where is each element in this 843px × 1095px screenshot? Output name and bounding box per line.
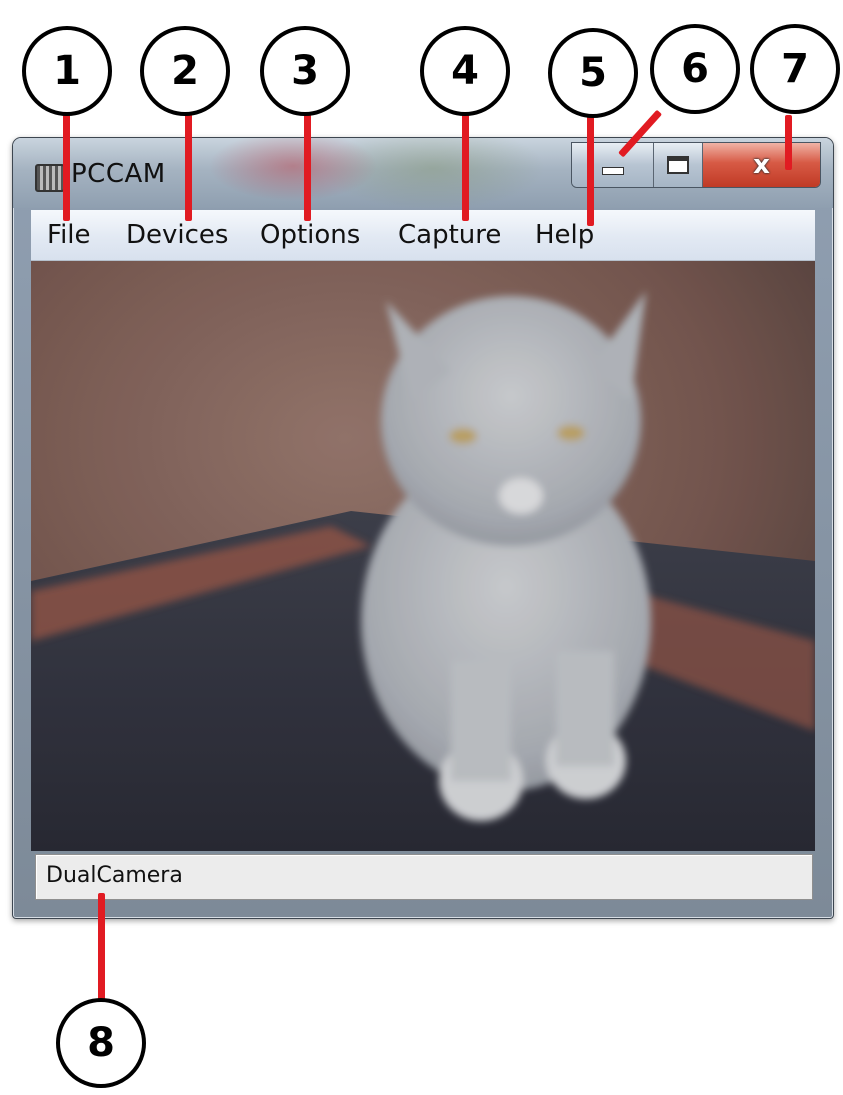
title-bar[interactable]: PCCAM x (13, 138, 833, 208)
leader-line-7 (785, 115, 792, 170)
leader-line-2 (185, 114, 192, 221)
leader-line-8 (98, 893, 105, 1003)
menu-capture[interactable]: Capture (398, 220, 501, 250)
status-bar: DualCamera (35, 854, 813, 900)
camera-preview[interactable] (31, 261, 815, 851)
callout-6: 6 (650, 24, 740, 114)
leader-line-1 (63, 114, 70, 221)
status-device-name: DualCamera (46, 863, 183, 888)
window-title: PCCAM (71, 159, 166, 189)
menu-file[interactable]: File (47, 220, 91, 250)
callout-3: 3 (260, 26, 350, 116)
camera-image (31, 261, 815, 851)
close-button[interactable]: x (702, 143, 820, 187)
callout-5: 5 (548, 28, 638, 118)
callout-1: 1 (22, 26, 112, 116)
camera-app-icon[interactable] (35, 164, 65, 192)
leader-line-3 (304, 114, 311, 221)
minimize-icon (601, 167, 624, 175)
window-controls: x (571, 142, 821, 188)
callout-4: 4 (420, 26, 510, 116)
callout-8: 8 (56, 998, 146, 1088)
callout-7: 7 (750, 24, 840, 114)
menu-options[interactable]: Options (260, 220, 360, 250)
menu-bar: File Devices Options Capture Help (31, 210, 815, 261)
close-icon: x (753, 150, 770, 180)
menu-devices[interactable]: Devices (126, 220, 228, 250)
maximize-button[interactable] (654, 143, 703, 187)
app-window: PCCAM x File Devices Options Capture Hel… (12, 137, 834, 919)
leader-line-4 (462, 114, 469, 221)
leader-line-5 (587, 114, 594, 226)
menu-help[interactable]: Help (535, 220, 594, 250)
callout-2: 2 (140, 26, 230, 116)
minimize-button[interactable] (572, 143, 655, 187)
maximize-icon (667, 156, 690, 174)
